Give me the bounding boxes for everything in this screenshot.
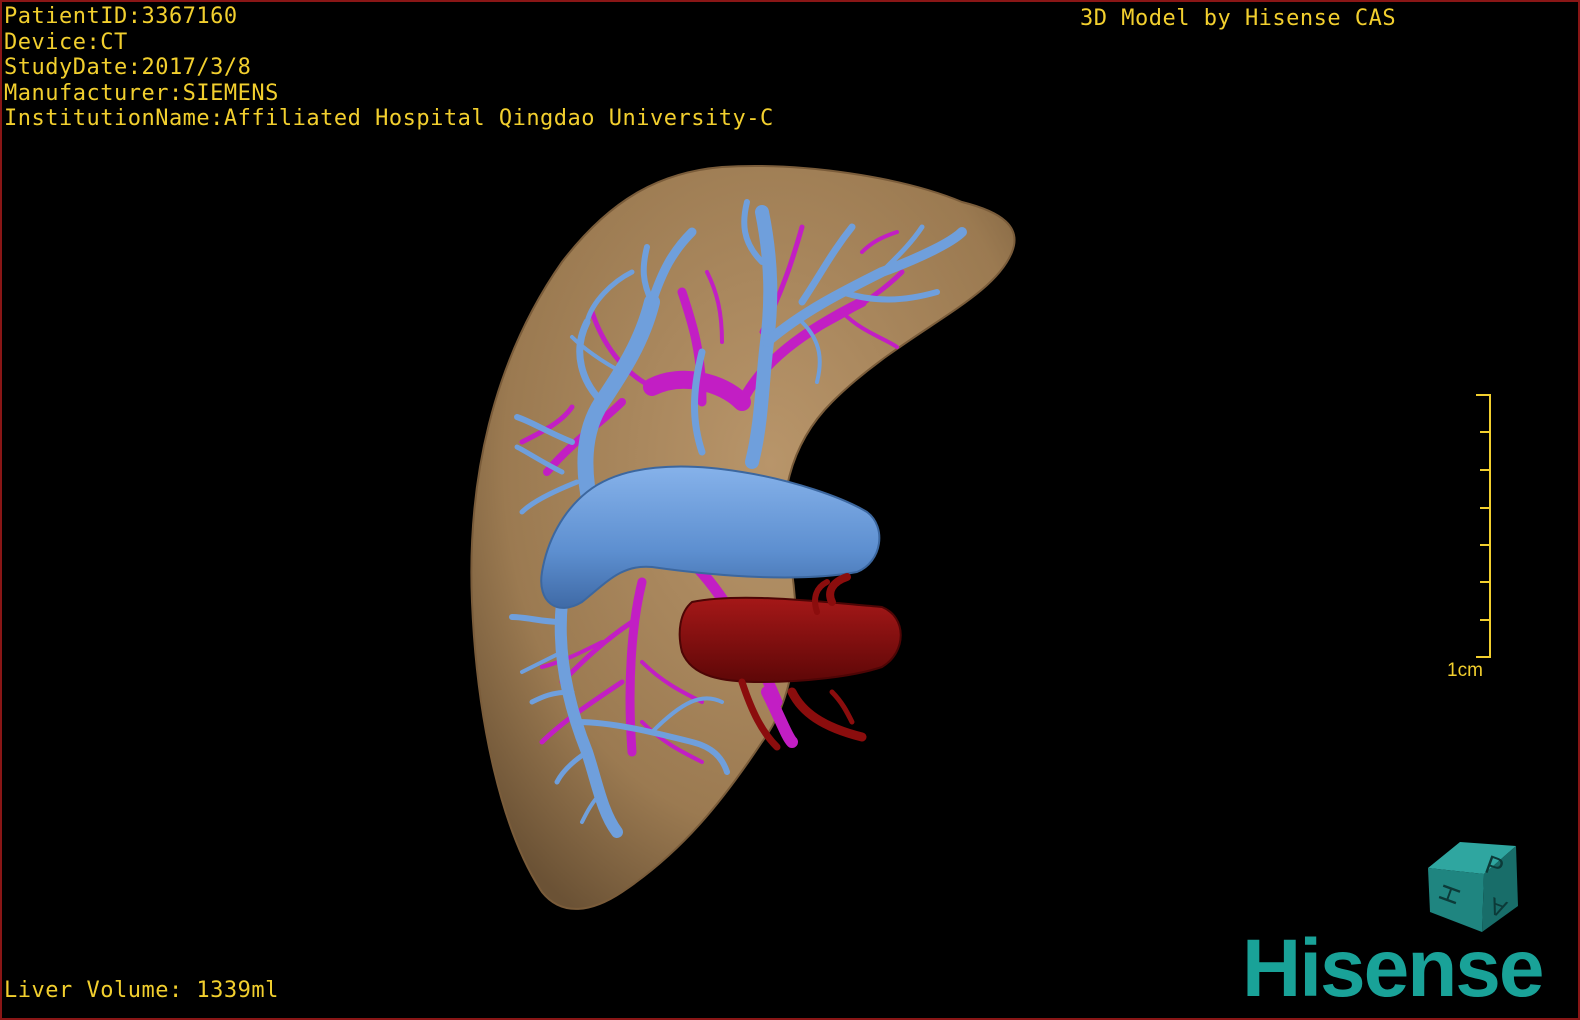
patient-id: PatientID:3367160 xyxy=(4,4,238,29)
patient-info-overlay: PatientID:3367160 Device:CT StudyDate:20… xyxy=(4,4,774,132)
study-date: StudyDate:2017/3/8 xyxy=(4,55,252,80)
scale-ruler xyxy=(1476,394,1491,658)
device: Device:CT xyxy=(4,29,128,55)
institution-name: InstitutionName:Affiliated Hospital Qing… xyxy=(4,106,774,131)
liver-volume: Liver Volume: 1339ml xyxy=(4,978,279,1003)
model-credit: 3D Model by Hisense CAS xyxy=(1080,6,1397,31)
manufacturer: Manufacturer:SIEMENS xyxy=(4,80,279,106)
3d-viewport[interactable]: PatientID:3367160 Device:CT StudyDate:20… xyxy=(0,0,1580,1020)
hisense-logo: Hisense xyxy=(1242,923,1545,1014)
liver-3d-model[interactable] xyxy=(2,2,1578,1018)
scale-label: 1cm xyxy=(1447,660,1483,681)
